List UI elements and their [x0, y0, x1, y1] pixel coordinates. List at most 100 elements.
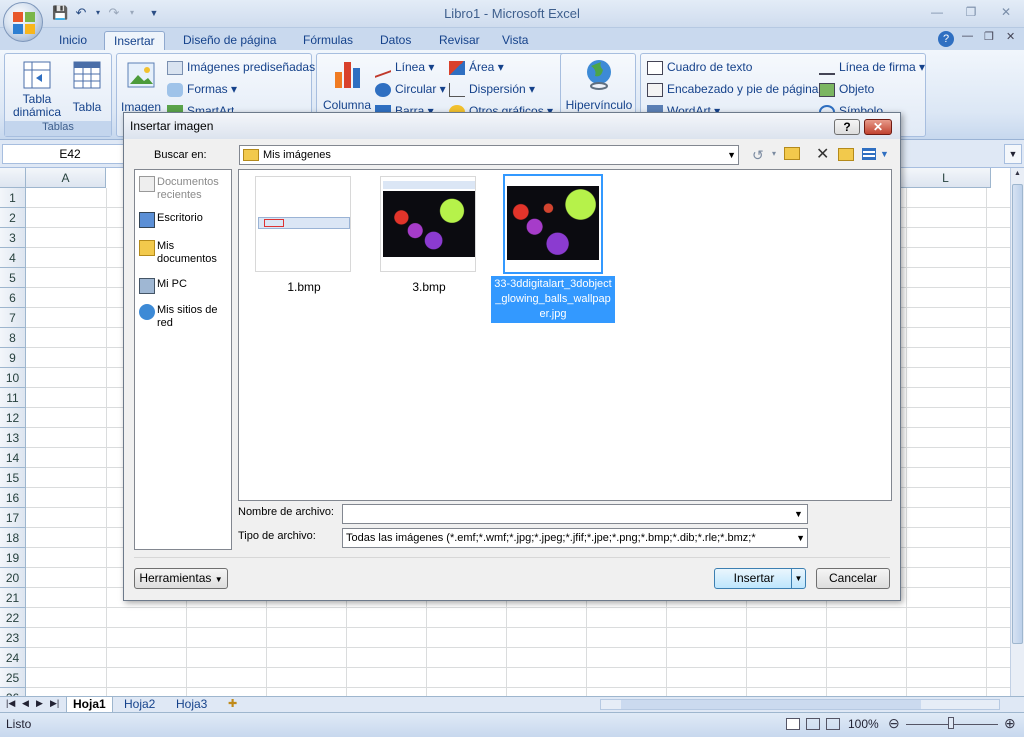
file-item[interactable]: 1.bmp	[255, 176, 353, 294]
vertical-scrollbar[interactable]: ▲	[1010, 168, 1024, 698]
back-dropdown-icon[interactable]: ▾	[772, 149, 776, 158]
hyperlink-button[interactable]: Hipervínculo	[563, 58, 635, 118]
row-header[interactable]: 18	[0, 528, 26, 548]
close-icon[interactable]: ✕	[995, 4, 1017, 20]
textbox-button[interactable]: Cuadro de texto	[647, 60, 752, 75]
name-box[interactable]: E42	[2, 144, 138, 164]
select-all-corner[interactable]	[0, 168, 26, 188]
row-header[interactable]: 3	[0, 228, 26, 248]
tools-button[interactable]: Herramientas ▼	[134, 568, 228, 589]
row-header[interactable]: 22	[0, 608, 26, 628]
last-sheet-icon[interactable]: ▶|	[50, 698, 59, 709]
row-header[interactable]: 13	[0, 428, 26, 448]
minimize-icon[interactable]: —	[926, 4, 948, 20]
tab-insertar[interactable]: Insertar	[104, 31, 165, 50]
views-dropdown-icon[interactable]: ▼	[880, 149, 889, 159]
cancel-button[interactable]: Cancelar	[816, 568, 890, 589]
row-header[interactable]: 9	[0, 348, 26, 368]
help-icon[interactable]: ?	[938, 31, 954, 47]
tab-diseno-pagina[interactable]: Diseño de página	[174, 31, 285, 50]
row-header[interactable]: 16	[0, 488, 26, 508]
dialog-help-button[interactable]: ?	[834, 119, 860, 135]
dialog-close-button[interactable]: ✕	[864, 119, 892, 135]
file-item[interactable]: 3.bmp	[380, 176, 478, 294]
sheet-tab-hoja1[interactable]: Hoja1	[66, 697, 113, 713]
page-break-view-icon[interactable]	[826, 718, 840, 730]
row-header[interactable]: 14	[0, 448, 26, 468]
ribbon-minimize-icon[interactable]: —	[962, 30, 973, 42]
area-chart-button[interactable]: Área ▾	[449, 60, 504, 75]
clipart-button[interactable]: Imágenes prediseñadas	[167, 60, 315, 75]
row-header[interactable]: 6	[0, 288, 26, 308]
row-header[interactable]: 11	[0, 388, 26, 408]
filetype-select[interactable]: Todas las imágenes (*.emf;*.wmf;*.jpg;*.…	[342, 528, 808, 548]
back-icon[interactable]: ↺	[752, 147, 764, 164]
header-footer-button[interactable]: Encabezado y pie de página	[647, 82, 818, 97]
signature-line-button[interactable]: Línea de firma ▾	[819, 60, 925, 75]
row-header[interactable]: 2	[0, 208, 26, 228]
object-button[interactable]: Objeto	[819, 82, 874, 97]
hscroll-thumb[interactable]	[621, 700, 921, 709]
zoom-in-icon[interactable]: ⊕	[1004, 715, 1016, 732]
zoom-out-icon[interactable]: ⊖	[888, 715, 900, 732]
file-list[interactable]: 1.bmp 3.bmp 33-3ddigitalart_3dobject_glo…	[238, 169, 892, 501]
filename-dropdown-icon[interactable]: ▼	[794, 509, 803, 519]
row-header[interactable]: 25	[0, 668, 26, 688]
tab-datos[interactable]: Datos	[371, 31, 420, 50]
horizontal-scrollbar[interactable]	[600, 699, 1000, 710]
first-sheet-icon[interactable]: |◀	[6, 698, 15, 709]
maximize-icon[interactable]: ❐	[960, 4, 982, 20]
scatter-chart-button[interactable]: Dispersión ▾	[449, 82, 535, 97]
row-header[interactable]: 21	[0, 588, 26, 608]
delete-icon[interactable]: ✕	[816, 144, 829, 164]
tab-formulas[interactable]: Fórmulas	[294, 31, 362, 50]
shapes-button[interactable]: Formas ▾	[167, 82, 237, 97]
column-header-l[interactable]: L	[901, 168, 991, 188]
zoom-slider-thumb[interactable]	[948, 717, 954, 729]
scroll-thumb[interactable]	[1012, 184, 1023, 644]
row-header[interactable]: 24	[0, 648, 26, 668]
row-header[interactable]: 4	[0, 248, 26, 268]
sheet-tab-hoja2[interactable]: Hoja2	[118, 697, 161, 713]
pie-chart-button[interactable]: Circular ▾	[375, 82, 446, 97]
sheet-tab-hoja3[interactable]: Hoja3	[170, 697, 213, 713]
tab-vista[interactable]: Vista	[493, 31, 537, 50]
row-header[interactable]: 1	[0, 188, 26, 208]
row-header[interactable]: 19	[0, 548, 26, 568]
page-layout-view-icon[interactable]	[806, 718, 820, 730]
row-header[interactable]: 23	[0, 628, 26, 648]
insert-dropdown-icon[interactable]: ▼	[791, 569, 805, 588]
row-header[interactable]: 5	[0, 268, 26, 288]
next-sheet-icon[interactable]: ▶	[36, 698, 43, 709]
row-header[interactable]: 12	[0, 408, 26, 428]
pivot-table-button[interactable]: Tabla dinámica	[9, 58, 65, 119]
row-header[interactable]: 20	[0, 568, 26, 588]
tab-revisar[interactable]: Revisar	[430, 31, 489, 50]
row-header[interactable]: 15	[0, 468, 26, 488]
line-chart-button[interactable]: Línea ▾	[375, 57, 434, 78]
filename-input[interactable]	[342, 504, 808, 524]
up-folder-icon[interactable]	[784, 147, 800, 160]
column-chart-button[interactable]: Columna	[321, 58, 373, 118]
column-header-a[interactable]: A	[26, 168, 106, 188]
insert-picture-button[interactable]: Imagen	[119, 58, 163, 118]
ribbon-close-icon[interactable]: ✕	[1006, 30, 1015, 43]
expand-formula-bar-icon[interactable]: ▼	[1004, 144, 1022, 164]
row-header[interactable]: 8	[0, 328, 26, 348]
tab-inicio[interactable]: Inicio	[50, 31, 96, 50]
table-button[interactable]: Tabla	[67, 58, 107, 118]
row-header[interactable]: 17	[0, 508, 26, 528]
scroll-up-icon[interactable]: ▲	[1012, 170, 1023, 182]
zoom-level[interactable]: 100%	[848, 717, 879, 731]
prev-sheet-icon[interactable]: ◀	[22, 698, 29, 709]
row-header[interactable]: 7	[0, 308, 26, 328]
insert-button[interactable]: Insertar ▼	[714, 568, 806, 589]
new-sheet-icon[interactable]: ✚	[228, 697, 237, 710]
ribbon-restore-icon[interactable]: ❐	[984, 30, 994, 43]
new-folder-icon[interactable]	[838, 148, 854, 161]
office-button[interactable]	[3, 2, 43, 42]
row-header[interactable]: 10	[0, 368, 26, 388]
views-icon[interactable]	[862, 148, 876, 160]
normal-view-icon[interactable]	[786, 718, 800, 730]
look-in-combo[interactable]: Mis imágenes ▼	[239, 145, 739, 165]
